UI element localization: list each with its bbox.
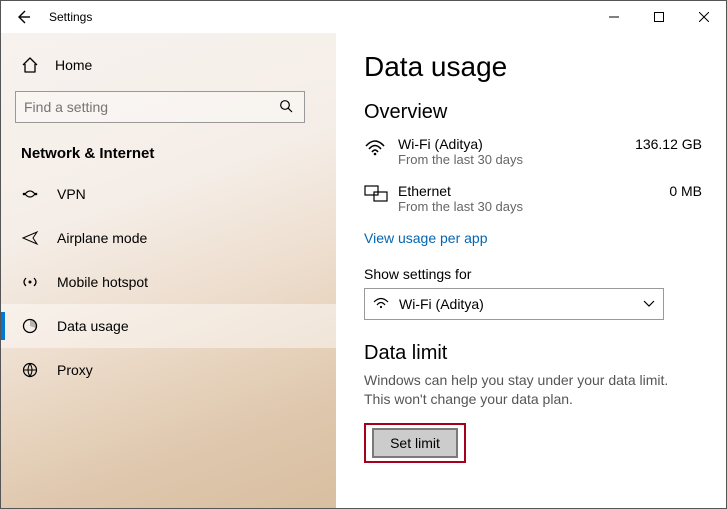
- vpn-icon: [21, 188, 39, 200]
- sidebar-item-label: Proxy: [57, 362, 93, 378]
- close-button[interactable]: [681, 1, 726, 33]
- app-title: Settings: [45, 10, 92, 24]
- set-limit-highlight: Set limit: [364, 423, 466, 463]
- show-settings-label: Show settings for: [364, 266, 702, 288]
- adapter-combobox[interactable]: Wi-Fi (Aditya): [364, 288, 664, 320]
- sidebar-item-hotspot[interactable]: Mobile hotspot: [1, 260, 336, 304]
- sidebar-category: Network & Internet: [1, 137, 336, 172]
- usage-name: Wi-Fi (Aditya): [398, 136, 622, 152]
- sidebar: Home Network & Internet VPN Airplane mod…: [1, 33, 336, 508]
- usage-row-ethernet[interactable]: Ethernet From the last 30 days 0 MB: [364, 173, 702, 220]
- hotspot-icon: [21, 273, 39, 291]
- search-box[interactable]: [15, 91, 305, 123]
- airplane-icon: [21, 229, 39, 247]
- sidebar-item-label: Airplane mode: [57, 230, 147, 246]
- home-icon: [21, 56, 39, 74]
- titlebar: Settings: [1, 1, 726, 33]
- sidebar-item-label: Mobile hotspot: [57, 274, 148, 290]
- data-usage-icon: [21, 317, 39, 335]
- usage-sub: From the last 30 days: [398, 199, 622, 214]
- data-limit-heading: Data limit: [364, 342, 702, 365]
- main-content: Data usage Overview Wi-Fi (Aditya) From …: [336, 33, 726, 508]
- minimize-button[interactable]: [591, 1, 636, 33]
- search-input[interactable]: [24, 99, 276, 115]
- proxy-icon: [21, 361, 39, 379]
- combobox-value: Wi-Fi (Aditya): [399, 296, 633, 312]
- data-limit-helper: Windows can help you stay under your dat…: [364, 371, 684, 409]
- usage-sub: From the last 30 days: [398, 152, 622, 167]
- sidebar-item-data-usage[interactable]: Data usage: [1, 304, 336, 348]
- sidebar-home[interactable]: Home: [1, 45, 336, 85]
- page-title: Data usage: [364, 51, 702, 83]
- usage-name: Ethernet: [398, 183, 622, 199]
- wifi-small-icon: [373, 296, 389, 312]
- overview-heading: Overview: [364, 101, 702, 124]
- usage-value: 136.12 GB: [622, 136, 702, 152]
- back-button[interactable]: [1, 1, 45, 33]
- sidebar-item-vpn[interactable]: VPN: [1, 172, 336, 216]
- sidebar-home-label: Home: [55, 57, 92, 73]
- sidebar-item-label: Data usage: [57, 318, 129, 334]
- view-usage-link[interactable]: View usage per app: [364, 220, 488, 266]
- usage-value: 0 MB: [622, 183, 702, 199]
- usage-row-wifi[interactable]: Wi-Fi (Aditya) From the last 30 days 136…: [364, 126, 702, 173]
- set-limit-button[interactable]: Set limit: [372, 428, 458, 458]
- wifi-icon: [364, 136, 398, 156]
- chevron-down-icon: [643, 297, 655, 311]
- maximize-button[interactable]: [636, 1, 681, 33]
- sidebar-item-label: VPN: [57, 186, 86, 202]
- sidebar-item-airplane[interactable]: Airplane mode: [1, 216, 336, 260]
- sidebar-item-proxy[interactable]: Proxy: [1, 348, 336, 392]
- search-icon: [276, 99, 296, 116]
- ethernet-icon: [364, 183, 398, 203]
